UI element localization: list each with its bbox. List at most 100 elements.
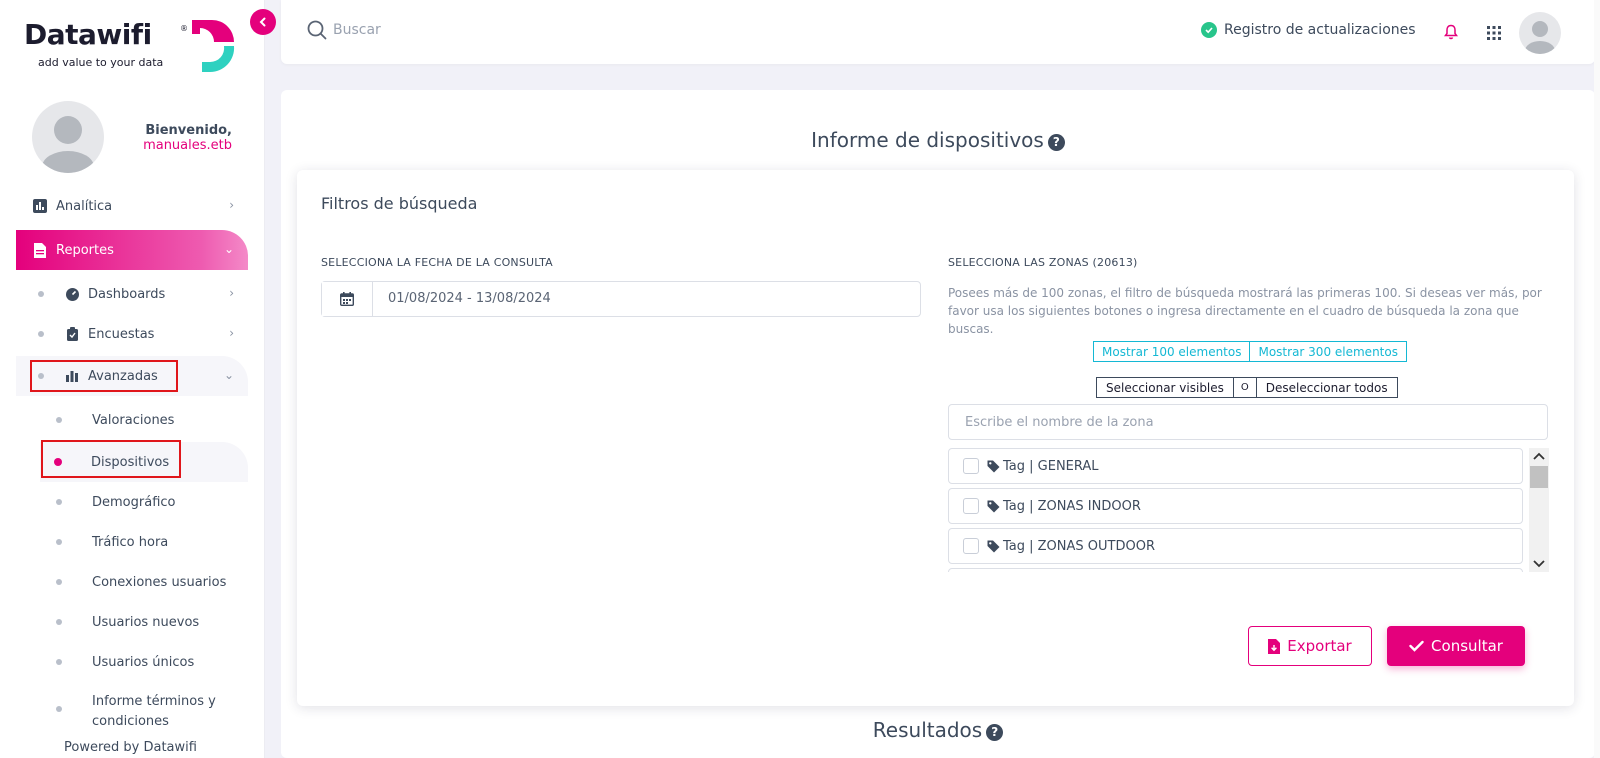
search-icon[interactable] xyxy=(307,20,327,40)
sidebar-collapse-button[interactable] xyxy=(250,9,276,35)
zone-label: Tag | GENERAL xyxy=(1003,458,1099,474)
bullet-dot xyxy=(56,659,62,665)
tag-icon xyxy=(987,460,1000,472)
highlight-box-avanzadas xyxy=(30,360,178,392)
sidebar-item-label: Reportes xyxy=(56,242,114,258)
zone-checkbox[interactable] xyxy=(963,458,979,474)
deselect-all-button[interactable]: Deseleccionar todos xyxy=(1256,377,1398,398)
results-title: Resultados? xyxy=(281,718,1595,742)
tag-icon xyxy=(987,540,1000,552)
updates-link[interactable]: Registro de actualizaciones xyxy=(1201,22,1416,38)
show-elements-group: Mostrar 100 elementos Mostrar 300 elemen… xyxy=(1093,341,1407,362)
bullet-dot xyxy=(38,291,44,297)
zone-checkbox[interactable] xyxy=(963,498,979,514)
user-silhouette-icon xyxy=(42,116,94,173)
bullet-dot xyxy=(56,539,62,545)
zone-item[interactable]: Tag | ZONAS OUTDOOR xyxy=(948,528,1523,564)
check-icon xyxy=(1409,640,1424,652)
sidebar-item-usuarios-unicos[interactable]: Usuarios únicos xyxy=(16,642,248,682)
sidebar-item-informe-terminos[interactable]: Informe términos y condiciones xyxy=(16,692,248,736)
chevron-down-icon: ⌄ xyxy=(223,368,234,382)
chevron-right-icon: › xyxy=(229,198,234,212)
zone-checkbox[interactable] xyxy=(963,538,979,554)
bullet-dot xyxy=(56,499,62,505)
logo-mark-icon xyxy=(192,20,235,73)
search-input[interactable] xyxy=(333,22,633,38)
date-range-value: 01/08/2024 - 13/08/2024 xyxy=(388,291,551,306)
sidebar-item-label: Encuestas xyxy=(88,326,155,342)
document-icon xyxy=(32,242,48,258)
scrollbar-thumb[interactable] xyxy=(1530,466,1548,488)
highlight-box-dispositivos xyxy=(41,440,181,478)
page-scrollbar[interactable] xyxy=(1594,0,1600,758)
selection-group: Seleccionar visibles O Deseleccionar tod… xyxy=(1096,377,1398,398)
sidebar-item-analitica[interactable]: Analítica › xyxy=(16,186,248,226)
chevron-right-icon: › xyxy=(229,286,234,300)
page-title-text: Informe de dispositivos xyxy=(811,128,1044,152)
sidebar-item-label: Valoraciones xyxy=(92,412,175,428)
zone-item[interactable]: Tag | GENERAL xyxy=(948,448,1523,484)
sidebar-item-usuarios-nuevos[interactable]: Usuarios nuevos xyxy=(16,602,248,642)
zone-list: Tag | GENERAL Tag | ZONAS INDOOR Tag | Z… xyxy=(948,448,1528,572)
sidebar-item-label: Analítica xyxy=(56,198,113,214)
zones-label: SELECCIONA LAS ZONAS (20613) xyxy=(948,256,1138,269)
user-avatar[interactable] xyxy=(1519,12,1561,54)
logo-wordmark: Datawifi xyxy=(24,18,152,51)
sidebar-item-dashboards[interactable]: Dashboards › xyxy=(16,274,248,314)
sidebar-item-valoraciones[interactable]: Valoraciones xyxy=(16,400,248,440)
date-range-picker[interactable]: 01/08/2024 - 13/08/2024 xyxy=(321,281,921,317)
bar-chart-icon xyxy=(32,198,48,214)
welcome-block: Bienvenido, manuales.etb xyxy=(120,123,232,153)
sidebar-item-reportes[interactable]: Reportes ⌄ xyxy=(16,230,248,270)
sidebar-item-encuestas[interactable]: Encuestas › xyxy=(16,314,248,354)
sidebar: Datawifi ® add value to your data Bienve… xyxy=(0,0,265,758)
filters-title: Filtros de búsqueda xyxy=(321,194,478,213)
powered-by: Powered by Datawifi xyxy=(64,740,197,755)
show-100-button[interactable]: Mostrar 100 elementos xyxy=(1093,341,1251,362)
export-button[interactable]: Exportar xyxy=(1248,626,1372,666)
select-visible-button[interactable]: Seleccionar visibles xyxy=(1096,377,1234,398)
scroll-down-icon[interactable] xyxy=(1532,559,1546,569)
welcome-text: Bienvenido, xyxy=(145,123,232,138)
bullet-dot xyxy=(38,331,44,337)
username: manuales.etb xyxy=(143,138,232,153)
bullet-dot xyxy=(56,706,62,712)
show-300-button[interactable]: Mostrar 300 elementos xyxy=(1250,341,1407,362)
help-icon[interactable]: ? xyxy=(1047,133,1065,151)
sidebar-item-conexiones-usuarios[interactable]: Conexiones usuarios xyxy=(16,562,248,602)
profile-avatar[interactable] xyxy=(32,101,104,173)
zone-list-scrollbar[interactable] xyxy=(1529,448,1549,572)
bullet-dot xyxy=(56,579,62,585)
bullet-dot xyxy=(56,619,62,625)
apps-grid-icon[interactable] xyxy=(1487,26,1501,40)
user-silhouette-icon xyxy=(1525,21,1555,54)
check-circle-icon xyxy=(1201,22,1217,38)
clipboard-icon xyxy=(64,326,80,342)
date-label: SELECCIONA LA FECHA DE LA CONSULTA xyxy=(321,256,553,269)
export-label: Exportar xyxy=(1287,637,1352,655)
zone-search-input[interactable] xyxy=(948,404,1548,440)
chevron-right-icon: › xyxy=(229,326,234,340)
scroll-up-icon[interactable] xyxy=(1532,451,1546,461)
zone-item[interactable]: Tag | ZONAS INDOOR xyxy=(948,488,1523,524)
chevron-left-icon xyxy=(259,17,266,27)
datawifi-logo[interactable]: Datawifi ® add value to your data xyxy=(24,18,244,80)
filters-card: Filtros de búsqueda SELECCIONA LA FECHA … xyxy=(297,170,1574,706)
sidebar-item-trafico-hora[interactable]: Tráfico hora xyxy=(16,522,248,562)
consult-button[interactable]: Consultar xyxy=(1387,626,1525,666)
bullet-dot xyxy=(56,417,62,423)
topbar: Registro de actualizaciones xyxy=(281,0,1595,64)
gauge-icon xyxy=(64,286,80,302)
sidebar-item-demografico[interactable]: Demográfico xyxy=(16,482,248,522)
calendar-icon[interactable] xyxy=(322,282,373,316)
updates-label: Registro de actualizaciones xyxy=(1224,22,1416,38)
chevron-down-icon: ⌄ xyxy=(223,242,234,256)
bell-icon[interactable] xyxy=(1444,24,1458,40)
help-icon[interactable]: ? xyxy=(986,723,1004,741)
sidebar-item-label: Informe términos y condiciones xyxy=(92,694,216,729)
zone-item-partial xyxy=(948,568,1523,572)
sidebar-item-label: Demográfico xyxy=(92,494,176,510)
results-title-text: Resultados xyxy=(872,718,983,742)
consult-label: Consultar xyxy=(1431,637,1503,655)
sidebar-item-label: Tráfico hora xyxy=(92,534,169,550)
